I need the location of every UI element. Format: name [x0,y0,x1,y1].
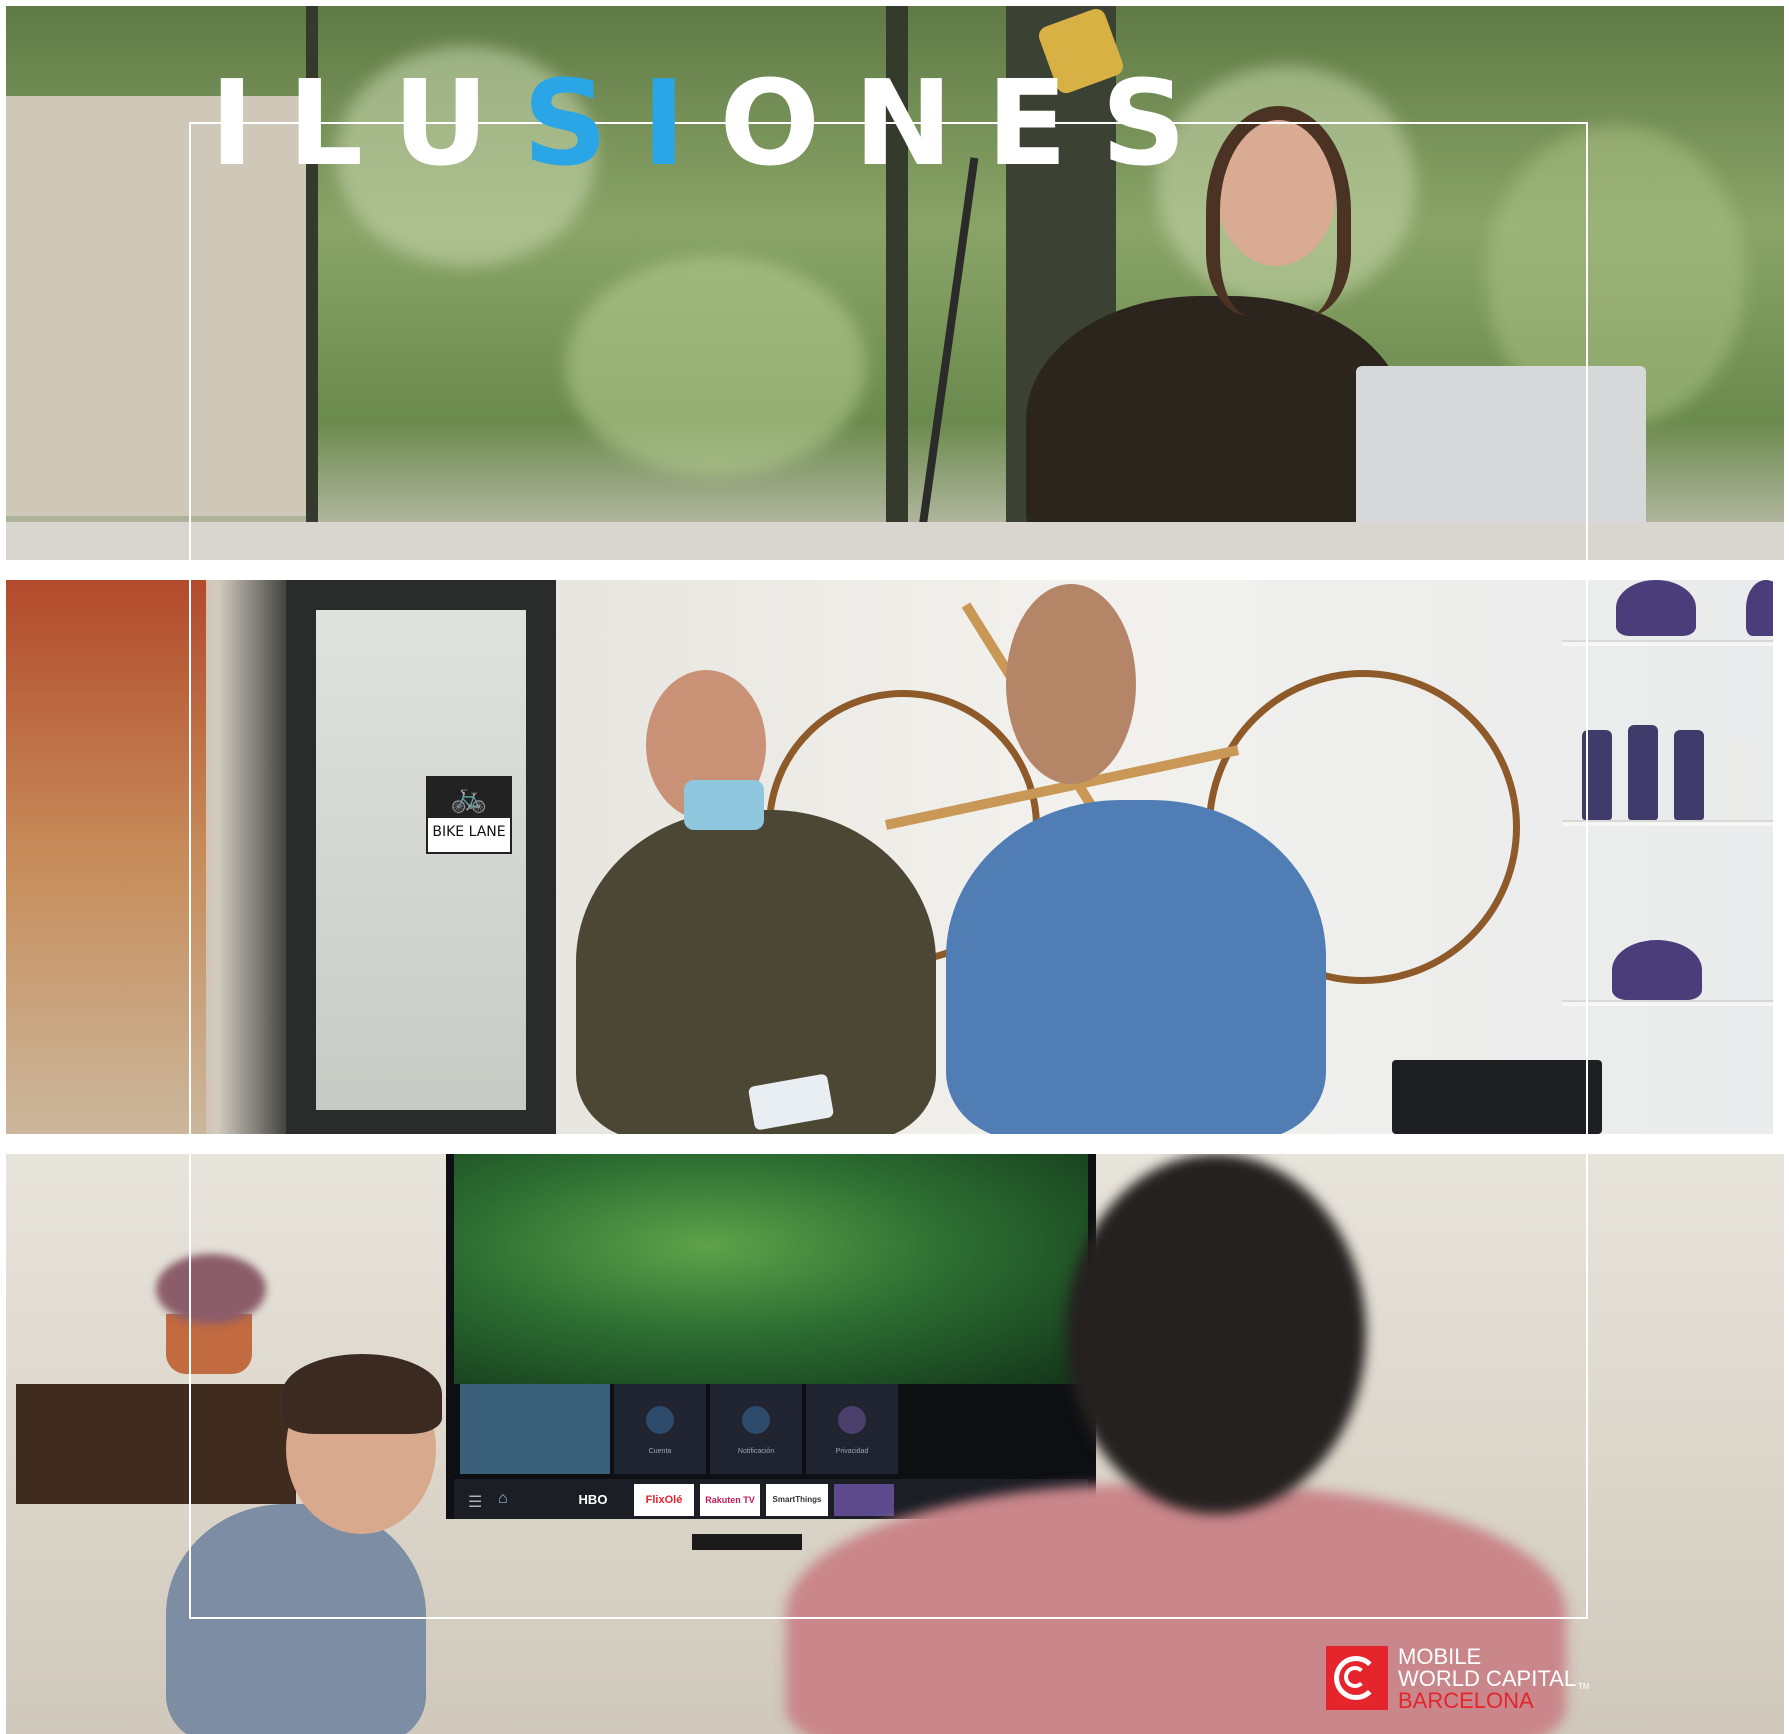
ivy-wall [6,580,206,1134]
water-bottle [1582,730,1612,820]
shelf [1562,640,1773,646]
page-title: ILUSIONES [210,64,1220,182]
app-smartthings: SmartThings [766,1484,828,1516]
woman-hair [1206,106,1351,316]
woman-blouse [1026,296,1406,560]
water-bottle [1726,740,1754,820]
logo-mark-icon [1326,1646,1388,1710]
door-glass [316,610,526,1110]
home-icon: ⌂ [498,1490,508,1507]
menu-icon: ☰ [468,1494,483,1511]
tv-menu-privacy: Privacidad [806,1384,898,1474]
logo-ring [1344,1666,1366,1688]
person-dark-hair [1066,1154,1366,1514]
logo-line-mobile: MOBILE [1398,1644,1482,1669]
app-tile-extra [834,1484,894,1516]
water-bottle [1674,730,1704,820]
tv-menu-notifications: Notificación [710,1384,802,1474]
app-hbo: HBO [558,1484,628,1516]
shelf [1562,1000,1773,1006]
tv-thumbnail [460,1384,610,1474]
bell-icon [742,1406,770,1434]
logo-trademark: TM [1578,1682,1590,1691]
bike-lane-sign: 🚲 BIKE LANE [426,776,512,854]
helmet [1612,940,1702,1000]
tv-menu-account: Cuenta [614,1384,706,1474]
logo-line-world-capital: WORLD CAPITAL [1398,1666,1577,1691]
title-part-ones: ONES [719,54,1221,192]
foliage-highlight [566,256,866,476]
app-rakuten: Rakuten TV [700,1484,760,1516]
sign-label: BIKE LANE [432,824,506,840]
man-back-head [1006,584,1136,784]
desk-lamp [917,157,979,535]
shield-icon [838,1406,866,1434]
helmet [1616,580,1696,636]
wooden-cabinet [16,1384,296,1504]
boy-hair [282,1354,442,1434]
man-blue-shirt [946,800,1326,1134]
shelf [1562,820,1773,826]
helmet [1746,580,1773,636]
tv-stand [692,1534,802,1550]
logo-line-barcelona: BARCELONA [1398,1688,1534,1713]
boy-grey-sweater [166,1504,426,1734]
user-icon [646,1406,674,1434]
pos-monitor [1392,1060,1602,1134]
mobile-world-capital-logo: MOBILE WORLD CAPITAL TM BARCELONA [1326,1646,1626,1716]
face-mask [684,780,764,830]
water-bottle [1628,725,1658,820]
photo-bike-shop: 🚲 BIKE LANE [6,580,1773,1134]
bicycle-icon: 🚲 [428,778,510,818]
tv-screen-leaves [454,1154,1088,1384]
title-part-ilu: ILU [210,54,523,192]
desk-surface [6,522,1784,560]
title-part-si: SI [522,54,720,192]
plant [156,1254,266,1324]
smart-tv: Cuenta Notificación Privacidad ☰ ⌂ HBO F… [446,1154,1096,1519]
app-flixole: FlixOlé [634,1484,694,1516]
